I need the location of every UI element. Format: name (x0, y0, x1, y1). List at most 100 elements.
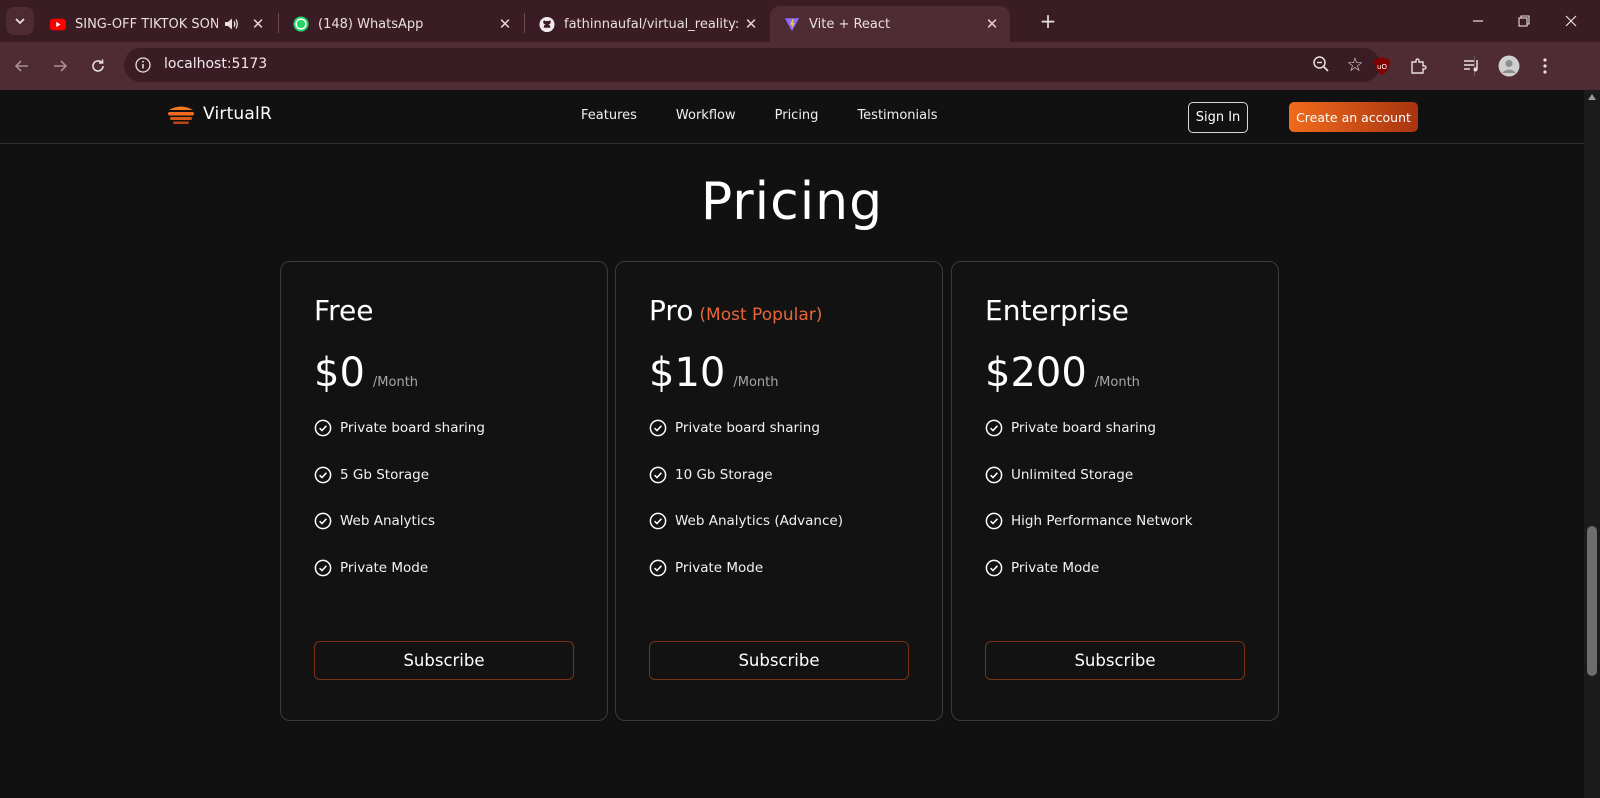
site-logo[interactable]: VirtualR (167, 104, 272, 124)
feature-item: High Performance Network (985, 511, 1193, 531)
subscribe-button-free[interactable]: Subscribe (314, 641, 574, 680)
feature-item: Web Analytics (Advance) (649, 511, 843, 531)
check-circle-icon (649, 512, 667, 530)
restore-icon (1518, 15, 1530, 27)
bookmark-star-icon[interactable]: ☆ (1344, 54, 1366, 76)
url-text[interactable]: localhost:5173 (164, 56, 267, 72)
arrow-right-icon (54, 60, 68, 72)
site-navbar: VirtualR Features Workflow Pricing Testi… (0, 90, 1584, 144)
plan-name: Pro (Most Popular) (649, 294, 822, 327)
page-viewport: VirtualR Features Workflow Pricing Testi… (0, 90, 1600, 798)
site-info-icon[interactable] (134, 56, 152, 74)
browser-tab-github[interactable]: fathinnaufal/virtual_reality: virtu ✕ (525, 6, 769, 42)
nav-link-pricing[interactable]: Pricing (775, 108, 819, 123)
feature-item: Private Mode (649, 558, 843, 578)
zoom-icon[interactable] (1312, 55, 1332, 75)
address-bar[interactable]: localhost:5173 ☆ (124, 48, 1380, 82)
plan-name: Free (314, 294, 379, 327)
price-amount: $200 (985, 350, 1087, 396)
pricing-heading: Pricing (700, 172, 884, 232)
arrow-left-icon (14, 60, 28, 72)
nav-link-testimonials[interactable]: Testimonials (857, 108, 937, 123)
feature-text: Private Mode (340, 559, 429, 576)
price-period: /Month (372, 375, 419, 390)
browser-menu-icon[interactable] (1533, 54, 1557, 78)
whatsapp-icon (293, 16, 309, 32)
price-period: /Month (733, 375, 779, 390)
feature-item: Private board sharing (985, 418, 1193, 438)
scrollbar-thumb[interactable] (1587, 526, 1597, 676)
restore-button[interactable] (1501, 6, 1547, 36)
feature-text: Web Analytics (340, 513, 436, 529)
feature-item: Unlimited Storage (985, 465, 1193, 485)
tab-search-button[interactable] (6, 7, 34, 35)
media-control-icon[interactable] (1460, 54, 1484, 78)
browser-tab-whatsapp[interactable]: (148) WhatsApp ✕ (279, 6, 523, 42)
feature-text: Private board sharing (1011, 420, 1156, 436)
check-circle-icon (314, 419, 332, 437)
close-window-button[interactable] (1548, 6, 1594, 36)
feature-list: Private board sharing 10 Gb Storage Web … (649, 418, 843, 604)
plan-price: $200 /Month (985, 350, 1140, 396)
browser-tab-vite[interactable]: Vite + React ✕ (770, 6, 1010, 42)
scroll-up-arrow-icon[interactable] (1588, 94, 1596, 100)
feature-list: Private board sharing Unlimited Storage … (985, 418, 1193, 604)
feature-text: Private board sharing (340, 420, 485, 436)
nav-link-workflow[interactable]: Workflow (676, 108, 736, 123)
reload-button[interactable] (84, 52, 112, 80)
close-icon[interactable]: ✕ (741, 14, 761, 34)
feature-text: Private Mode (675, 559, 764, 576)
plan-price: $10 /Month (649, 350, 779, 396)
nav-link-features[interactable]: Features (581, 108, 637, 123)
feature-text: High Performance Network (1011, 513, 1193, 529)
logo-icon (168, 106, 194, 124)
browser-tab-youtube[interactable]: SING-OFF TIKTOK SONGS P ✕ (36, 6, 276, 42)
forward-button[interactable] (46, 52, 74, 80)
ublock-extension-icon[interactable]: uO (1370, 54, 1394, 78)
plan-price: $0 /Month (314, 350, 418, 396)
tab-title: fathinnaufal/virtual_reality: virtu (564, 16, 741, 32)
extensions-puzzle-icon[interactable] (1406, 54, 1430, 78)
page-scrollbar[interactable] (1584, 90, 1600, 798)
sign-in-button[interactable]: Sign In (1188, 102, 1248, 133)
subscribe-button-enterprise[interactable]: Subscribe (985, 641, 1245, 680)
browser-toolbar: localhost:5173 ☆ uO (0, 42, 1600, 90)
speaker-icon[interactable] (224, 17, 242, 31)
vite-icon (784, 16, 800, 32)
check-circle-icon (649, 419, 667, 437)
tab-title: Vite + React (809, 16, 891, 32)
close-icon[interactable]: ✕ (495, 14, 515, 34)
close-icon (1565, 15, 1577, 27)
feature-text: Private Mode (1011, 559, 1100, 576)
tab-title: SING-OFF TIKTOK SONGS P (75, 16, 218, 32)
minimize-button[interactable] (1455, 6, 1501, 36)
check-circle-icon (649, 466, 667, 483)
check-circle-icon (985, 559, 1003, 576)
back-button[interactable] (8, 52, 36, 80)
create-account-button[interactable]: Create an account (1289, 102, 1418, 132)
plan-name-text: Pro (649, 294, 694, 327)
close-icon[interactable]: ✕ (248, 14, 268, 34)
feature-list: Private board sharing 5 Gb Storage Web A… (314, 418, 485, 604)
chevron-down-icon (15, 18, 25, 25)
pricing-card-enterprise: Enterprise $200 /Month Private board sha… (951, 261, 1279, 721)
new-tab-button[interactable]: + (1036, 9, 1060, 33)
feature-item: 10 Gb Storage (649, 465, 843, 485)
pricing-card-free: Free $0 /Month Private board sharing 5 G… (280, 261, 608, 721)
price-period: /Month (1094, 375, 1140, 390)
pricing-card-pro: Pro (Most Popular) $10 /Month Private boa… (615, 261, 943, 721)
plan-name: Enterprise (985, 294, 1135, 327)
youtube-icon (50, 16, 66, 32)
feature-item: Private board sharing (649, 418, 843, 438)
check-circle-icon (314, 559, 332, 576)
close-icon[interactable]: ✕ (982, 14, 1002, 34)
check-circle-icon (649, 559, 667, 576)
check-circle-icon (985, 466, 1003, 483)
browser-tab-strip: SING-OFF TIKTOK SONGS P ✕ (148) WhatsApp… (0, 0, 1600, 42)
feature-item: Private Mode (985, 558, 1193, 578)
profile-avatar-icon[interactable] (1497, 54, 1521, 78)
subscribe-button-pro[interactable]: Subscribe (649, 641, 909, 680)
feature-text: Private board sharing (675, 420, 820, 436)
plan-name-text: Enterprise (985, 294, 1130, 327)
check-circle-icon (314, 512, 332, 530)
